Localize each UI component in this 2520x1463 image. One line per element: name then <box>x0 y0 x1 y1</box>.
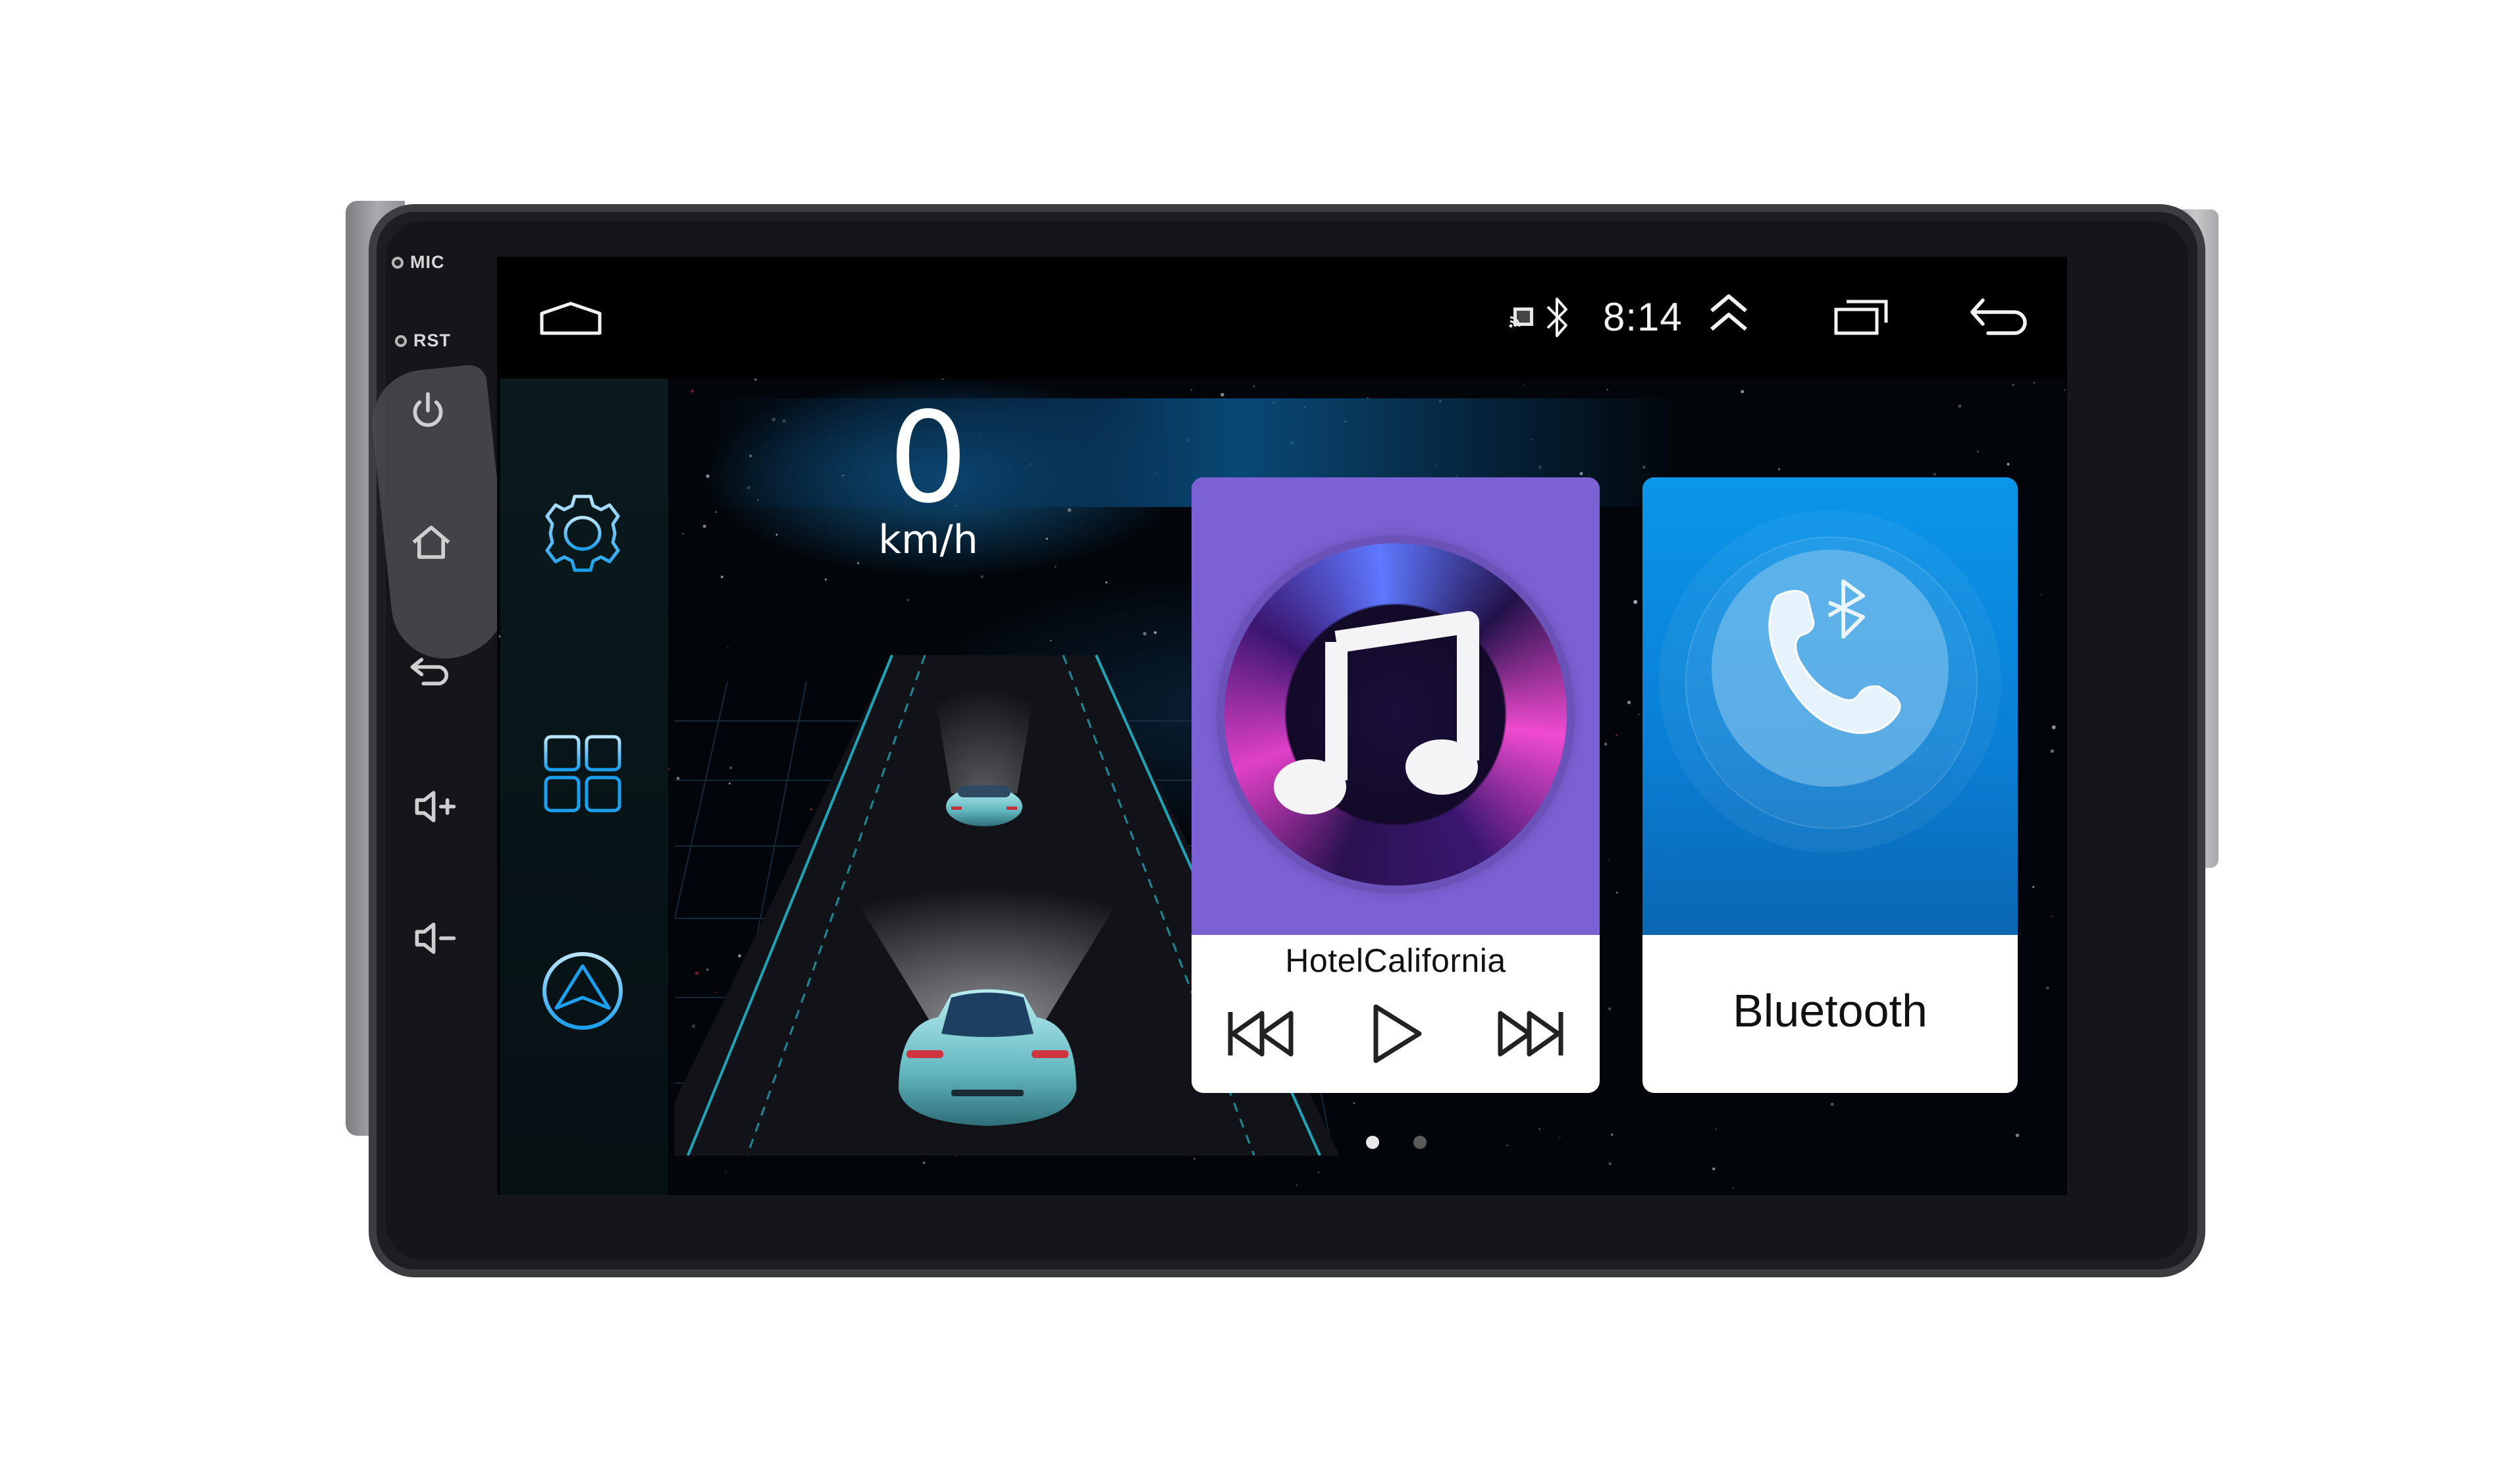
star <box>1253 385 1255 387</box>
gear-icon <box>545 494 620 572</box>
star <box>2033 382 2035 384</box>
page-dot-active[interactable] <box>1366 1136 1379 1149</box>
home-icon <box>412 525 450 559</box>
home-desktop: 0 km/h HotelCalifornia Bluetooth <box>497 379 2067 1195</box>
hw-back-button[interactable] <box>407 649 453 695</box>
cast-status <box>1508 303 1535 331</box>
track-title: HotelCalifornia <box>1285 942 1506 979</box>
star <box>1317 1171 1320 1174</box>
star <box>1741 390 1745 394</box>
bluetooth-icon <box>1546 298 1567 337</box>
star <box>1191 389 1192 391</box>
star <box>1524 384 1525 386</box>
music-artwork <box>1192 477 1600 935</box>
sidebar-item-settings[interactable] <box>530 481 635 586</box>
hw-power-button[interactable] <box>405 388 451 435</box>
navigation-arrow-icon <box>542 952 623 1030</box>
star <box>2012 383 2014 386</box>
star <box>2045 986 2050 990</box>
volume-down-icon <box>415 922 456 954</box>
skip-next-icon <box>1498 1011 1563 1057</box>
speed-value: 0 <box>888 385 968 531</box>
sidebar-item-navigation[interactable] <box>530 938 635 1044</box>
star <box>1976 450 1979 453</box>
back-arrow-icon <box>410 658 448 685</box>
hw-home-button[interactable] <box>408 520 454 566</box>
sidebar <box>500 379 668 1195</box>
star <box>1296 1184 1298 1186</box>
bluetooth-status <box>1544 295 1571 340</box>
home-outline-icon <box>540 302 602 335</box>
music-disc <box>1224 543 1567 886</box>
sidebar-item-apps[interactable] <box>530 721 635 826</box>
cast-icon <box>1509 307 1533 328</box>
play-icon <box>1373 1004 1422 1063</box>
hw-volume-down-button[interactable] <box>411 915 458 961</box>
page-dot[interactable] <box>1413 1136 1427 1149</box>
star <box>2051 915 2053 918</box>
volume-up-icon <box>415 791 456 822</box>
star <box>2051 725 2056 730</box>
star <box>754 379 757 381</box>
mic-label: MIC <box>392 252 445 273</box>
bluetooth-artwork <box>1642 477 2018 935</box>
music-note-icon <box>1274 611 1479 814</box>
recent-apps-icon <box>1834 300 1888 335</box>
hw-volume-up-button[interactable] <box>411 784 458 830</box>
previous-track-button[interactable] <box>1221 998 1300 1070</box>
app-grid-icon <box>544 735 621 812</box>
bluetooth-label: Bluetooth <box>1733 985 1928 1036</box>
star <box>2007 463 2010 466</box>
star <box>1778 468 1780 471</box>
recent-apps-button[interactable] <box>1833 296 1890 336</box>
speed-unit: km/h <box>878 517 978 563</box>
star <box>1712 1167 1716 1171</box>
star <box>2050 749 2055 753</box>
mic-hole-icon <box>392 256 404 269</box>
expand-button[interactable] <box>1705 291 1752 336</box>
next-track-button[interactable] <box>1491 998 1570 1070</box>
page-indicator <box>1366 1136 1445 1156</box>
star <box>1958 404 1962 408</box>
play-button[interactable] <box>1356 998 1435 1070</box>
bluetooth-phone-icon <box>1768 579 1901 734</box>
clock: 8:14 <box>1603 295 1683 339</box>
star <box>1194 1157 1195 1160</box>
back-arrow-icon <box>1970 298 2027 335</box>
status-bar: 8:14 <box>497 257 2067 379</box>
star <box>2032 886 2034 888</box>
reset-button[interactable]: RST <box>395 331 451 351</box>
star <box>2064 389 2066 391</box>
star <box>1732 1187 1735 1189</box>
playback-controls <box>1192 998 1600 1070</box>
reset-hole-icon <box>395 334 407 347</box>
skip-previous-icon <box>1228 1011 1294 1057</box>
power-icon <box>413 392 443 427</box>
music-widget[interactable]: HotelCalifornia <box>1192 477 1600 1093</box>
star <box>941 379 944 380</box>
double-chevron-up-icon <box>1710 294 1747 331</box>
star <box>1933 473 1937 476</box>
star <box>725 1171 727 1173</box>
star <box>1716 1129 1718 1130</box>
star <box>1606 388 1608 390</box>
star <box>2041 594 2042 596</box>
star <box>2015 1133 2020 1138</box>
display-screen: 8:14 0 km/h HotelCalifornia Bluetooth <box>497 257 2067 1195</box>
home-button[interactable] <box>538 302 604 336</box>
star <box>1608 1162 1612 1165</box>
star <box>922 1161 926 1164</box>
bluetooth-widget[interactable]: Bluetooth <box>1642 477 2018 1093</box>
star <box>1830 1102 1834 1106</box>
back-button[interactable] <box>1968 296 2028 337</box>
